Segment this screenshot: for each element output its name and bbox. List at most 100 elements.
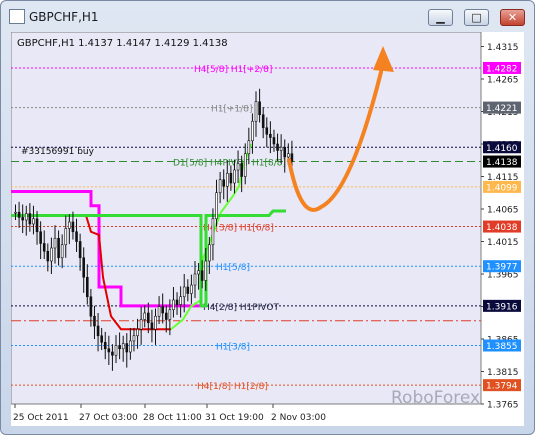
candle-body [154,315,157,330]
candle-body [208,244,211,262]
price-label-text: 1.3794 [486,382,518,392]
candle-body [107,348,111,353]
candle-body [200,270,204,281]
symbol-info-line: GBPCHF,H1 1.4137 1.4147 1.4129 1.4138 [17,38,228,49]
chart-window-icon [9,9,25,24]
candle-body [243,153,247,177]
level-label: D1[5/8] H4PIVOT H1[8/8] [173,159,286,169]
price-label-text: 1.4160 [486,144,518,154]
candle-body [121,343,125,350]
candle-body [71,221,75,233]
candle-body [24,213,28,221]
candle-body [60,244,64,259]
y-tick-label: 1.3815 [487,368,519,378]
chart-svg[interactable]: GBPCHF,H1 1.4137 1.4147 1.4129 1.4138 H4… [10,31,524,426]
minimize-button[interactable]: ▁ [428,9,453,26]
y-tick-label: 1.4265 [487,76,519,86]
candle-body [147,312,150,324]
candle-body [96,325,100,337]
maximize-button[interactable]: □ [464,9,489,26]
candle-body [190,284,193,294]
candle-body [35,218,39,233]
x-tick-label: 25 Oct 2011 [13,413,69,423]
candle-body [129,340,132,353]
candle-body [164,312,168,320]
candle-body [279,146,283,151]
candle-body [168,309,172,320]
candle-body [204,260,208,281]
candle-body [32,218,35,225]
candle-body [186,286,190,294]
candle-body [193,273,197,286]
candle-body [75,231,78,242]
level-label: H1[5/8] [216,263,250,273]
candle-body [64,228,68,246]
x-tick-label: 27 Oct 03:00 [79,413,138,423]
candle-body [103,341,107,350]
candle-body [261,114,265,129]
candle-body [218,179,222,194]
candle-body [247,140,251,155]
x-tick-label: 2 Nov 03:00 [271,413,326,423]
price-label-text: 1.4221 [486,104,518,114]
price-label-text: 1.4038 [486,223,518,233]
window-title: GBPCHF,H1 [29,10,99,24]
candle-body [229,172,233,184]
candle-body [42,243,46,252]
candle-body [125,343,129,353]
candle-body [118,345,121,350]
price-label-text: 1.4099 [486,183,518,193]
candle-body [233,169,236,184]
candle-body [46,250,50,262]
candle-body [222,179,226,187]
price-label-text: 1.3855 [486,342,518,352]
y-tick-label: 1.4315 [487,43,519,53]
candle-body [136,328,139,337]
candle-body [68,221,71,229]
candle-body [85,276,89,298]
candle-body [39,231,42,244]
x-tick-label: 31 Oct 19:00 [205,413,264,423]
y-tick-label: 1.4065 [487,206,519,216]
candle-body [89,296,93,317]
candle-body [251,120,254,142]
candle-body [161,306,164,314]
candle-body [225,172,229,187]
candle-body [21,217,24,221]
close-button[interactable]: ✕ [500,9,525,26]
candle-body [100,335,103,343]
watermark-logo: RoboForex [391,388,480,408]
candle-body [258,101,261,116]
level-label: H4[2/8] H1PIVOT [203,303,280,313]
candle-body [82,257,86,278]
candle-body [139,319,143,330]
title-bar: GBPCHF,H1 ▁ □ ✕ [1,1,534,31]
candle-body [269,133,272,138]
candle-body [53,237,57,249]
chart-area[interactable]: GBPCHF,H1 1.4137 1.4147 1.4129 1.4138 H4… [10,31,524,426]
candle-body [211,218,215,246]
candle-body [179,296,182,305]
candle-body [215,192,218,220]
level-label: H1[+1/8] [211,105,253,115]
candle-body [240,163,243,177]
candle-body [50,247,53,262]
level-label: H4[1/8] H1[2/8] [197,382,268,392]
candle-body [290,153,294,162]
price-label-text: 1.3916 [486,302,518,312]
level-label: H4[5/8] H1[+2/8] [194,65,272,75]
candle-body [175,299,179,305]
candle-body [236,163,240,171]
level-label: H1[3/8] [216,343,250,353]
candle-body [114,345,118,356]
candle-body [276,143,279,151]
candle-body [111,351,114,356]
candle-body [182,286,186,298]
candle-body [28,213,32,225]
candle-body [283,146,287,158]
y-tick-label: 1.3765 [487,401,519,411]
candle-body [132,335,136,342]
candle-body [57,237,60,259]
candle-body [157,306,161,317]
candle-body [78,241,82,259]
